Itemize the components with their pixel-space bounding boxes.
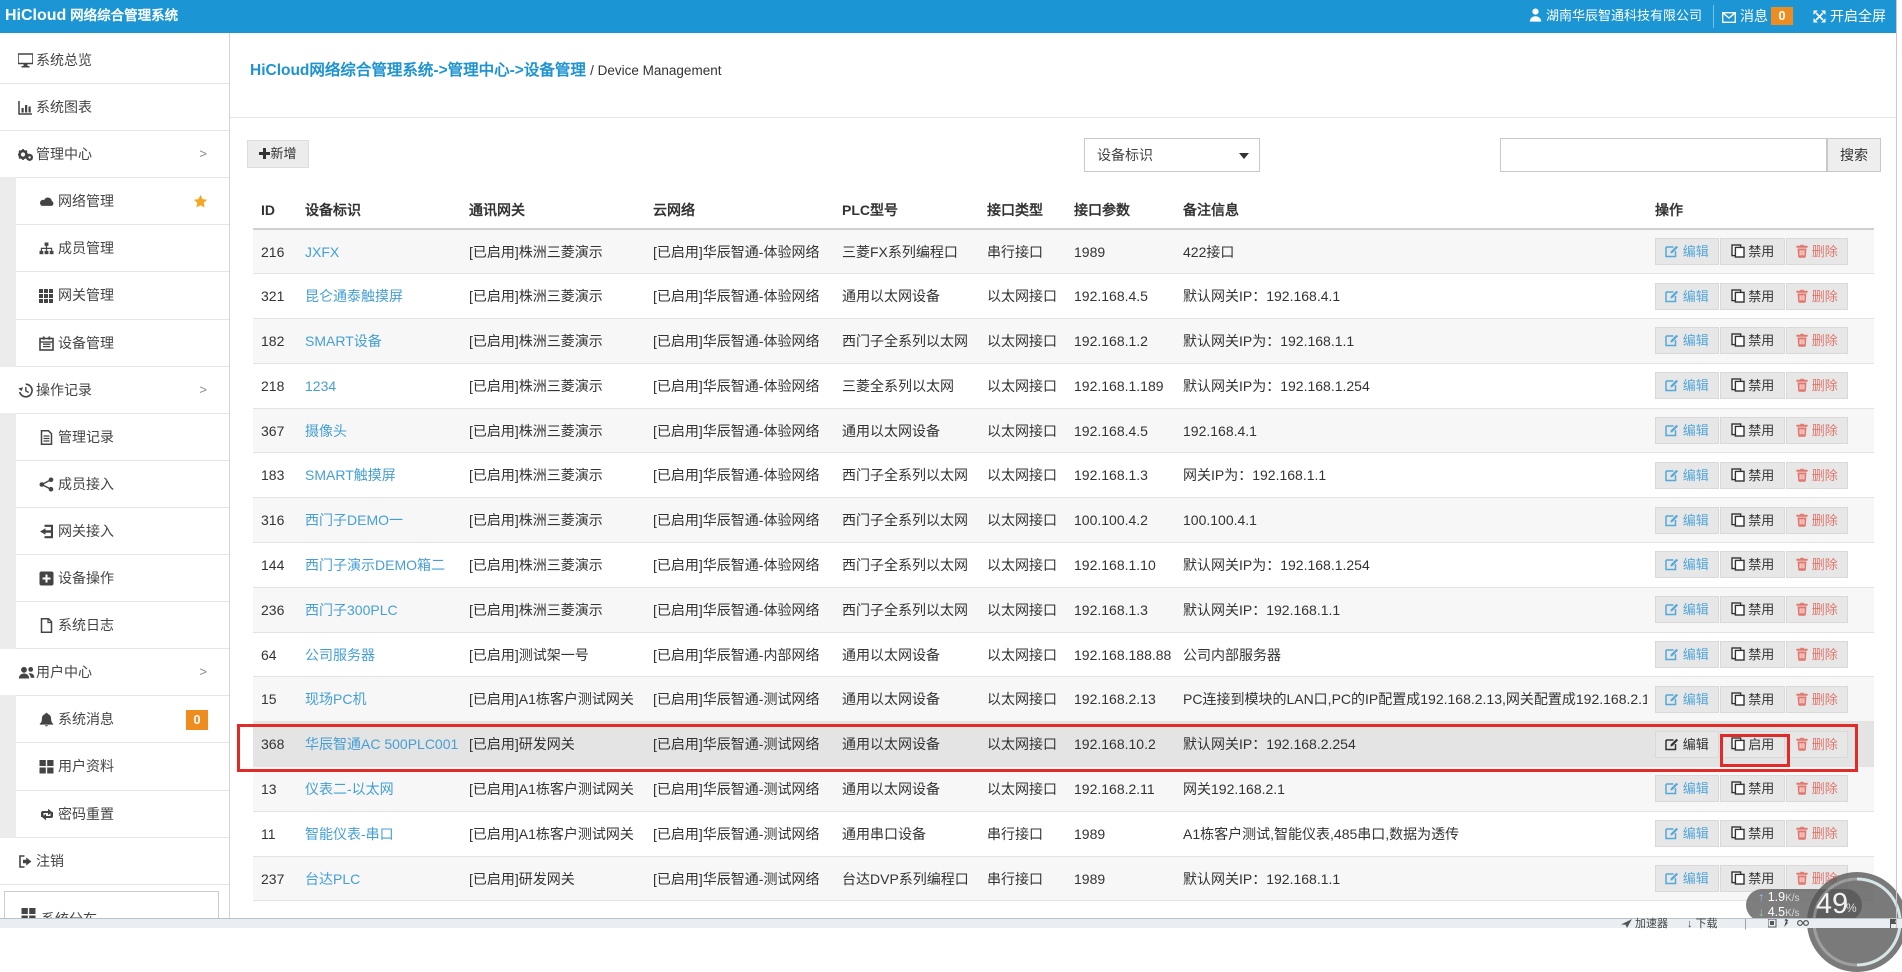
svg-text:%: % <box>1846 901 1857 915</box>
svg-text:49: 49 <box>1816 888 1848 920</box>
